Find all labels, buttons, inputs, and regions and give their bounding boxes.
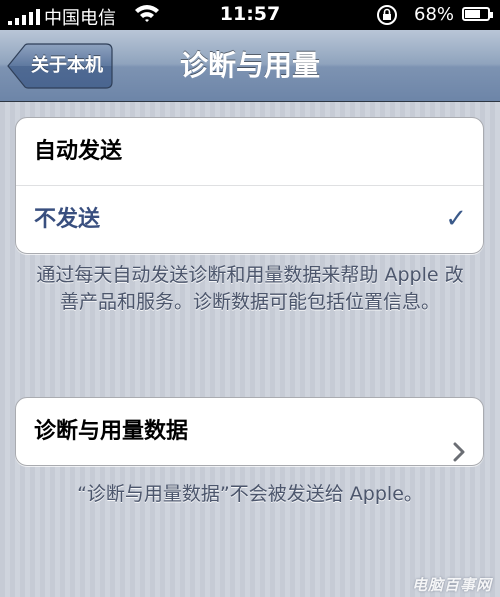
back-button-label: 关于本机	[31, 55, 103, 76]
option-label: 不发送	[34, 207, 101, 232]
option-label: 自动发送	[34, 139, 123, 164]
battery-percent: 68%	[414, 4, 455, 25]
watermark: 电脑百事网	[411, 576, 492, 594]
send-options-group: 自动发送 不发送 ✓	[15, 117, 484, 254]
row-label: 诊断与用量数据	[34, 419, 189, 444]
battery-icon	[462, 7, 493, 21]
rotation-lock-icon	[375, 4, 399, 31]
data-group: 诊断与用量数据	[15, 397, 484, 466]
send-options-footer: 通过每天自动发送诊断和用量数据来帮助 Apple 改善产品和服务。诊断数据可能包…	[36, 264, 464, 313]
option-dont-send[interactable]: 不发送 ✓	[16, 185, 483, 253]
option-auto-send[interactable]: 自动发送	[16, 118, 483, 185]
page-title: 诊断与用量	[179, 49, 320, 82]
status-bar: 中国电信 11:57 68%	[0, 0, 500, 30]
data-footer: “诊断与用量数据”不会被发送给 Apple。	[77, 483, 423, 505]
back-button[interactable]: 关于本机	[7, 43, 113, 89]
chevron-right-icon	[453, 422, 465, 465]
diagnostics-data-row[interactable]: 诊断与用量数据	[16, 398, 483, 465]
checkmark-icon: ✓	[445, 204, 467, 234]
navigation-bar: 关于本机 诊断与用量	[0, 30, 500, 102]
